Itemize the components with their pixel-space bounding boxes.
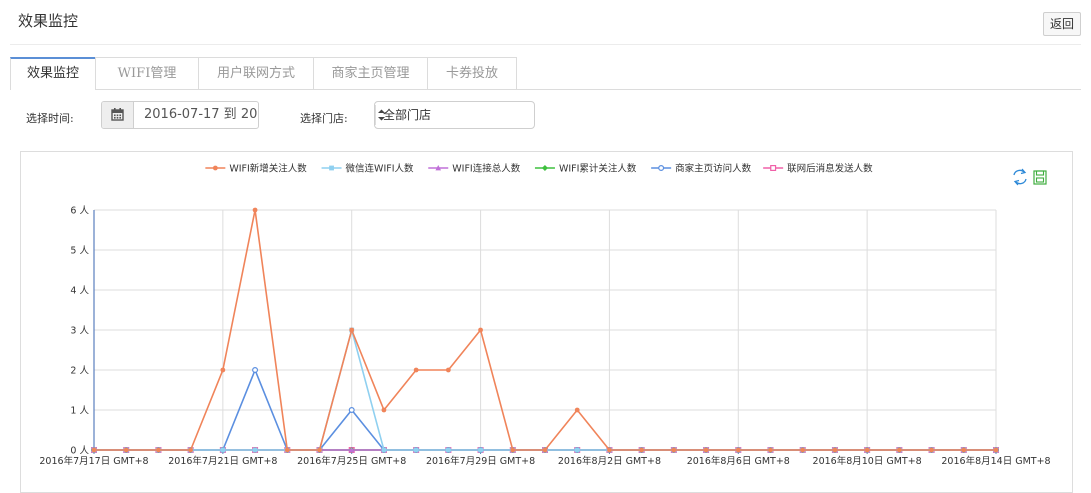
series-0-point bbox=[123, 447, 129, 453]
series-0-point bbox=[220, 367, 226, 373]
x-tick-label: 2016年8月14日 GMT+8 bbox=[941, 455, 1050, 467]
series-0-point bbox=[349, 327, 355, 333]
line-chart: 0 人 1 人 2 人 3 人 4 人 5 人 6 人 2016年7月17日 GMT+8 201… bbox=[39, 163, 1050, 468]
legend-item-2: WIFI连接总人数 bbox=[428, 163, 521, 175]
series-0-point bbox=[864, 447, 870, 453]
y-tick-label: 6 人 bbox=[70, 206, 89, 217]
save-shutter bbox=[1035, 170, 1045, 176]
series-0-point bbox=[478, 327, 483, 333]
series-0-point bbox=[574, 407, 580, 413]
x-tick-label: 2016年7月21日 GMT+8 bbox=[168, 455, 277, 467]
x-tick-label: 2016年7月25日 GMT+8 bbox=[297, 455, 406, 467]
y-tick-label: 1 人 bbox=[70, 406, 89, 417]
legend-swatch-marker bbox=[770, 165, 777, 172]
legend-item-1: 微信连WIFI人数 bbox=[321, 163, 414, 175]
series-1-point bbox=[252, 447, 258, 453]
y-tick-label: 5 人 bbox=[70, 246, 89, 257]
legend-item-4: 商家主页访问人数 bbox=[651, 163, 752, 175]
x-tick-label: 2016年7月29日 GMT+8 bbox=[426, 455, 535, 467]
series-0-point bbox=[156, 447, 161, 453]
x-tick-label: 2016年8月2日 GMT+8 bbox=[558, 455, 661, 467]
x-tick-label: 2016年7月17日 GMT+8 bbox=[39, 455, 148, 467]
legend-label: WIFI累计关注人数 bbox=[559, 163, 637, 175]
legend-label: 联网后消息发送人数 bbox=[787, 163, 873, 175]
series-1-point bbox=[413, 447, 419, 453]
series-1-point bbox=[220, 447, 226, 453]
legend-label: WIFI新增关注人数 bbox=[229, 163, 307, 175]
series-0-point bbox=[800, 447, 806, 453]
series-0-point bbox=[896, 447, 902, 453]
legend-label: WIFI连接总人数 bbox=[452, 163, 520, 175]
save-label bbox=[1035, 177, 1045, 183]
series-1-point bbox=[574, 447, 580, 453]
series-0-point bbox=[671, 447, 677, 453]
series-0-point bbox=[929, 447, 934, 453]
series-1-point bbox=[478, 447, 483, 453]
series-0-point bbox=[381, 407, 387, 413]
series-0-point bbox=[510, 447, 516, 453]
save-icon[interactable] bbox=[1033, 170, 1047, 185]
legend-swatch-marker bbox=[329, 165, 334, 171]
series-0-point bbox=[445, 367, 451, 373]
x-tick-label: 2016年8月6日 GMT+8 bbox=[687, 455, 790, 467]
legend-item-5: 联网后消息发送人数 bbox=[763, 163, 873, 175]
y-tick-label: 4 人 bbox=[70, 286, 89, 297]
series-0-point bbox=[703, 447, 709, 453]
series-0-point bbox=[993, 447, 999, 453]
series-0-point bbox=[832, 447, 838, 453]
legend-label: 商家主页访问人数 bbox=[675, 163, 752, 175]
x-tick-label: 2016年8月10日 GMT+8 bbox=[813, 455, 922, 467]
y-tick-label: 3 人 bbox=[70, 326, 89, 337]
series-1-point bbox=[445, 447, 451, 453]
series-0-point bbox=[252, 207, 258, 213]
series-0-point bbox=[188, 447, 194, 453]
series-0-point bbox=[639, 447, 645, 453]
series-0-point bbox=[284, 447, 290, 453]
legend-swatch-marker bbox=[541, 165, 548, 171]
legend-swatch-marker bbox=[212, 165, 218, 171]
series-0-point bbox=[607, 447, 612, 453]
series-4-point bbox=[348, 407, 355, 414]
series-0-point bbox=[317, 447, 322, 453]
legend-label: 微信连WIFI人数 bbox=[346, 163, 414, 175]
series-0-point bbox=[735, 447, 741, 453]
series-1-point bbox=[381, 447, 387, 453]
refresh-icon[interactable] bbox=[1013, 168, 1027, 186]
series-0-point bbox=[542, 447, 548, 453]
legend-item-3: WIFI累计关注人数 bbox=[534, 163, 637, 175]
legend-item-0: WIFI新增关注人数 bbox=[205, 163, 307, 175]
series-0-point bbox=[91, 447, 97, 453]
legend-swatch-marker bbox=[658, 165, 665, 172]
y-tick-label: 2 人 bbox=[70, 366, 89, 377]
series-4-point bbox=[252, 367, 259, 374]
series-0-point bbox=[768, 447, 773, 453]
series-0-point bbox=[961, 447, 967, 453]
y-tick-label: 0 人 bbox=[70, 446, 89, 457]
series-0-point bbox=[413, 367, 419, 373]
